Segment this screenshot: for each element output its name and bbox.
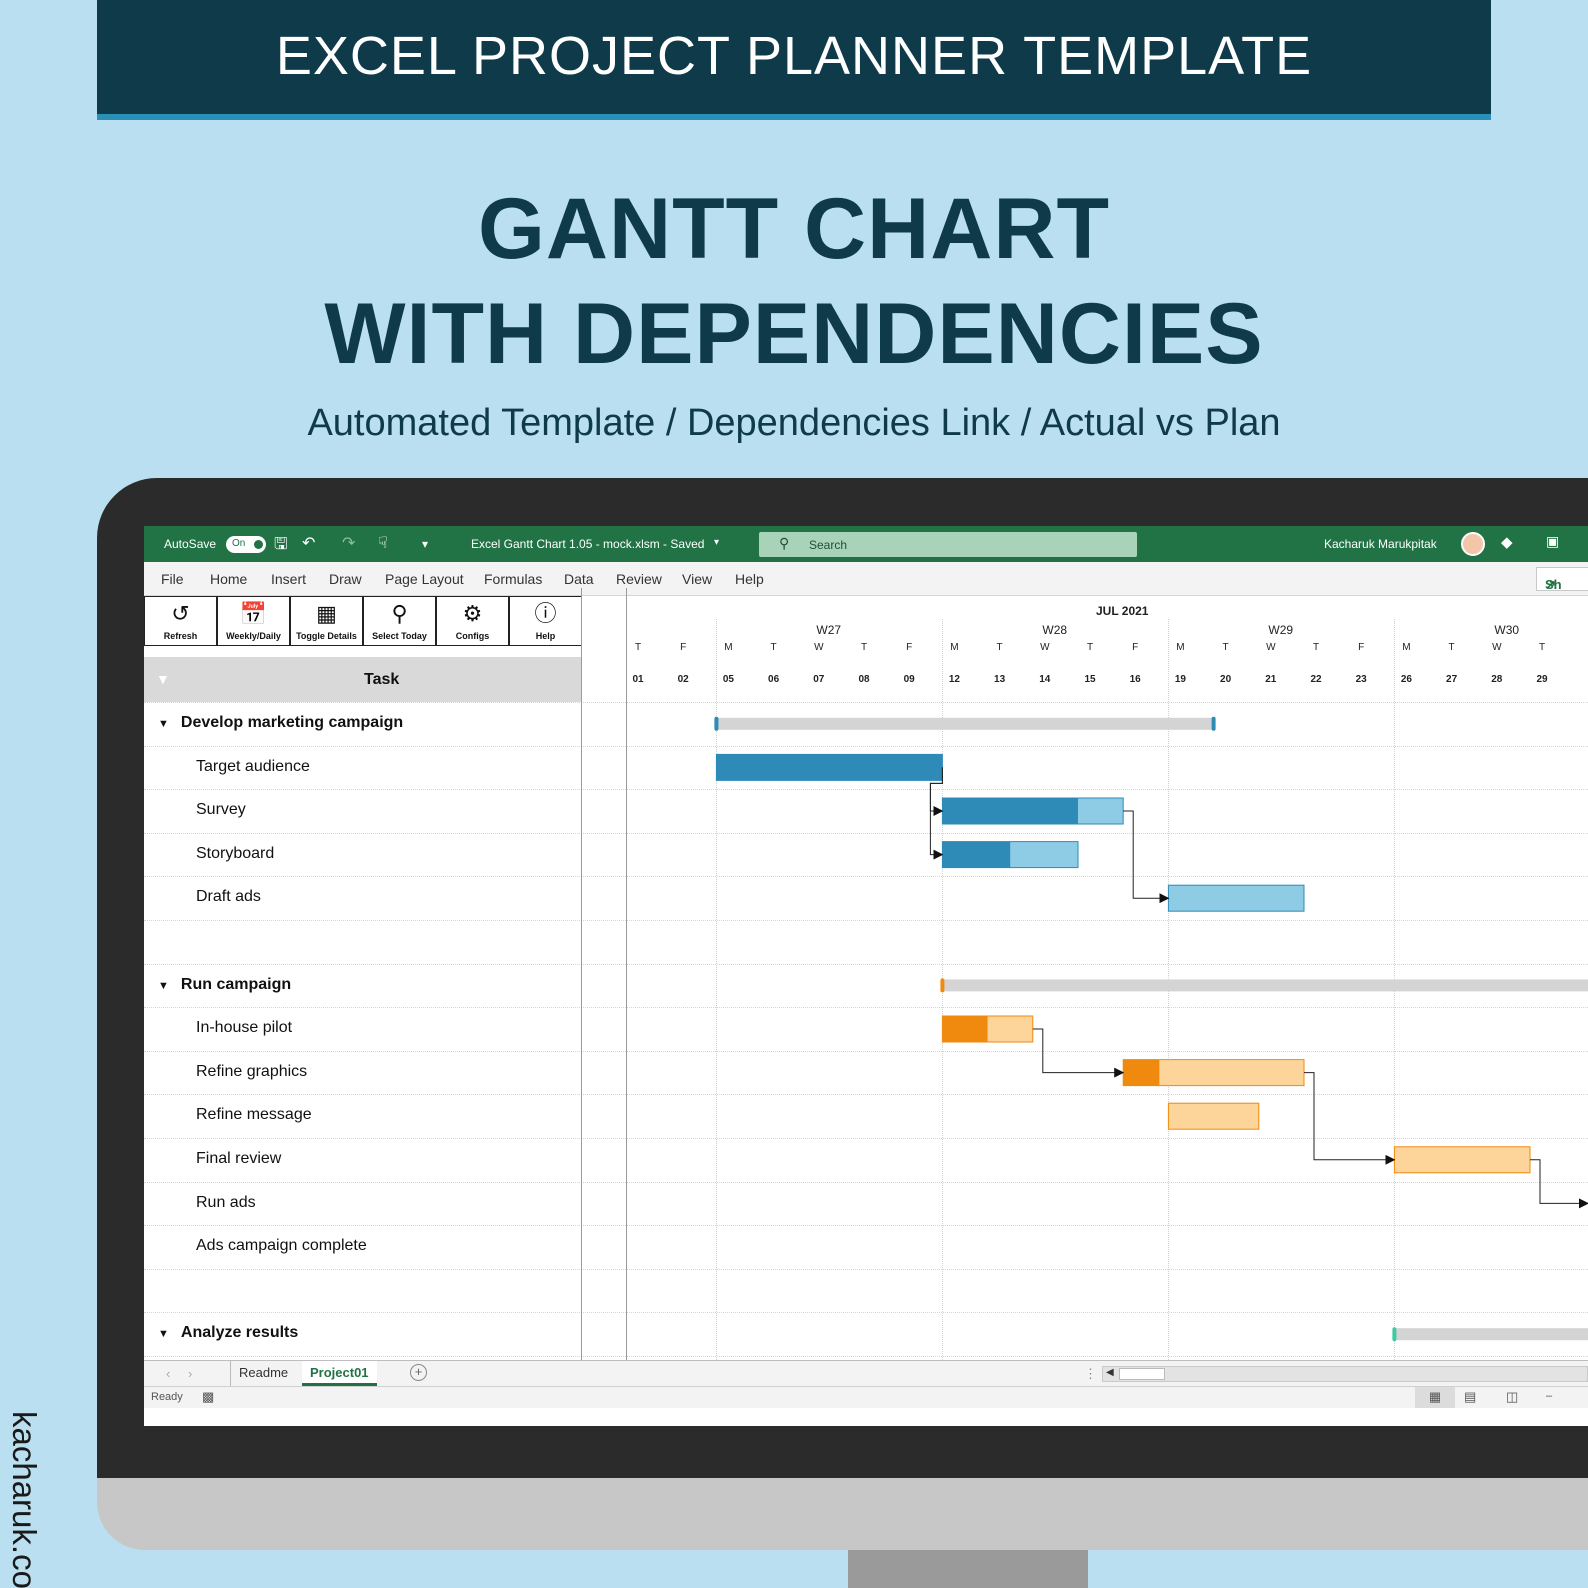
website-label: kacharuk.com — [6, 1411, 43, 1588]
actual-progress-bar — [716, 754, 943, 781]
sheet-tab-bar: ‹ › Readme Project01 + ⋮ ◀ — [144, 1360, 1588, 1386]
sheet-tab-project01[interactable]: Project01 — [302, 1361, 377, 1386]
macro-record-icon[interactable]: ▩ — [202, 1389, 214, 1405]
dependency-arrow — [1123, 810, 1170, 904]
tab-splitter-icon[interactable]: ⋮ — [1084, 1366, 1097, 1382]
scrollbar-thumb[interactable] — [1119, 1368, 1165, 1380]
hero-title-line1: GANTT CHART — [477, 181, 1111, 277]
horizontal-scrollbar[interactable]: ◀ — [1102, 1366, 1588, 1382]
sheet-tab-readme[interactable]: Readme — [230, 1361, 296, 1386]
add-sheet-icon[interactable]: + — [410, 1364, 427, 1381]
actual-progress-bar — [942, 1016, 988, 1042]
summary-start-marker — [1392, 1327, 1397, 1342]
planned-bar — [1167, 1102, 1260, 1130]
planned-bar — [1393, 1146, 1531, 1174]
summary-bar — [942, 979, 1588, 992]
page-layout-view-icon[interactable]: ▤ — [1464, 1389, 1476, 1405]
status-text: Ready — [151, 1391, 183, 1403]
scrollbar-left-arrow-icon[interactable]: ◀ — [1106, 1367, 1114, 1378]
actual-progress-bar — [942, 798, 1078, 824]
planned-bar — [1167, 884, 1305, 912]
hero-title-line2: WITH DEPENDENCIES — [324, 286, 1264, 382]
summary-bar — [1394, 1328, 1588, 1341]
scroll-left-icon[interactable]: ‹ — [166, 1366, 170, 1381]
actual-progress-bar — [942, 841, 1011, 868]
dependency-arrow — [1530, 1159, 1588, 1209]
summary-end-marker — [1211, 716, 1216, 731]
gantt-chart — [714, 716, 1588, 1342]
page-break-view-icon[interactable]: ◫ — [1506, 1389, 1518, 1405]
status-bar: Ready ▩ ▦ ▤ ◫ – — [144, 1386, 1588, 1408]
top-banner: EXCEL PROJECT PLANNER TEMPLATE — [97, 0, 1491, 120]
actual-progress-bar — [1123, 1059, 1160, 1086]
excel-window: AutoSave On 🖫 ↶ ↷ ☟ ▾ Excel Gantt Chart … — [144, 526, 1588, 1426]
scroll-right-icon[interactable]: › — [188, 1366, 192, 1381]
summary-start-marker — [940, 978, 945, 993]
monitor-stand — [848, 1550, 1088, 1588]
monitor-chin — [97, 1478, 1588, 1550]
zoom-out-icon[interactable]: – — [1546, 1390, 1552, 1402]
normal-view-icon[interactable]: ▦ — [1415, 1387, 1455, 1408]
dependency-arrow — [1032, 1028, 1125, 1078]
dependency-arrow — [1304, 1072, 1396, 1165]
hero-subtitle: Automated Template / Dependencies Link /… — [307, 402, 1281, 444]
summary-bar — [716, 717, 1214, 730]
summary-start-marker — [714, 716, 719, 731]
